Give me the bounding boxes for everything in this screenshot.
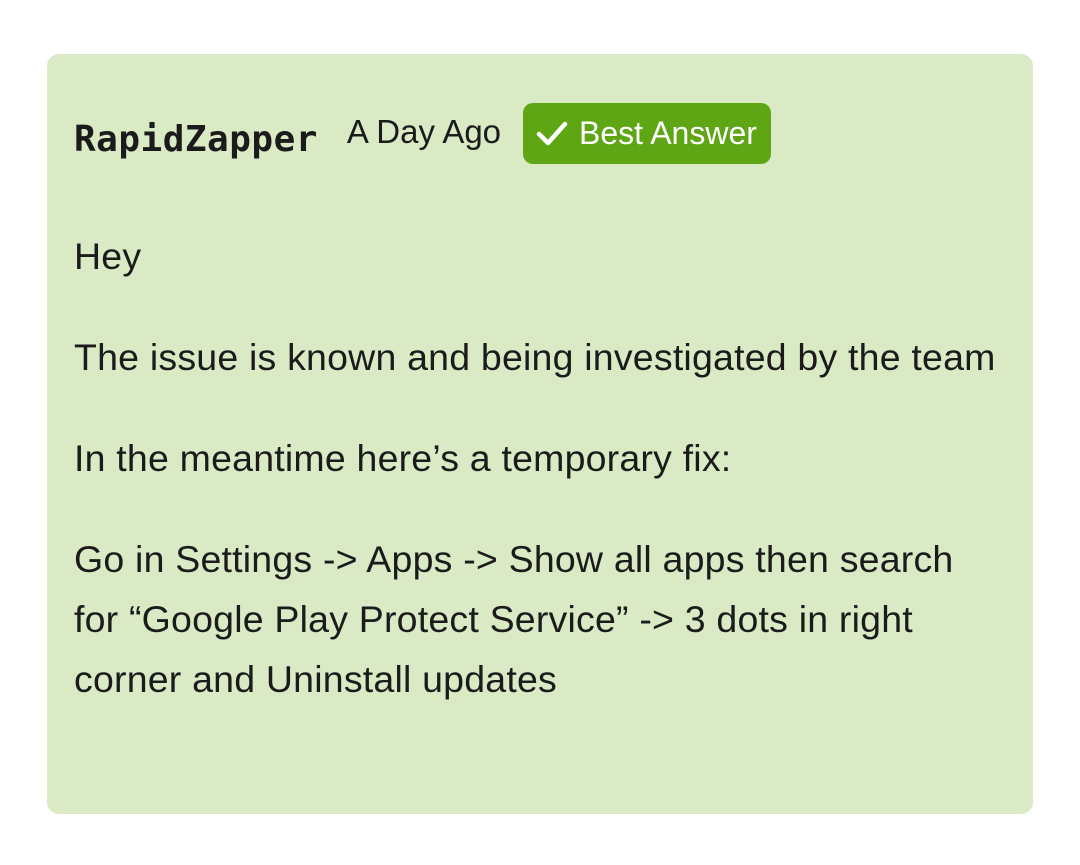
answer-body: Hey The issue is known and being investi… xyxy=(74,226,1005,709)
checkmark-icon xyxy=(536,121,568,146)
post-timestamp: A Day Ago xyxy=(346,113,502,150)
answer-card: RapidZapper A Day Ago Best Answer Hey Th… xyxy=(47,54,1033,814)
best-answer-badge: Best Answer xyxy=(523,102,771,164)
answer-paragraph: Go in Settings -> Apps -> Show all apps … xyxy=(74,538,954,700)
answer-paragraph: In the meantime here’s a temporary fix: xyxy=(74,437,732,479)
answer-paragraph: Hey xyxy=(74,235,142,277)
author-username[interactable]: RapidZapper xyxy=(74,119,318,160)
answer-header: RapidZapper A Day Ago Best Answer xyxy=(74,102,1005,164)
answer-paragraph: The issue is known and being investigate… xyxy=(74,336,996,378)
best-answer-label: Best Answer xyxy=(579,115,757,151)
